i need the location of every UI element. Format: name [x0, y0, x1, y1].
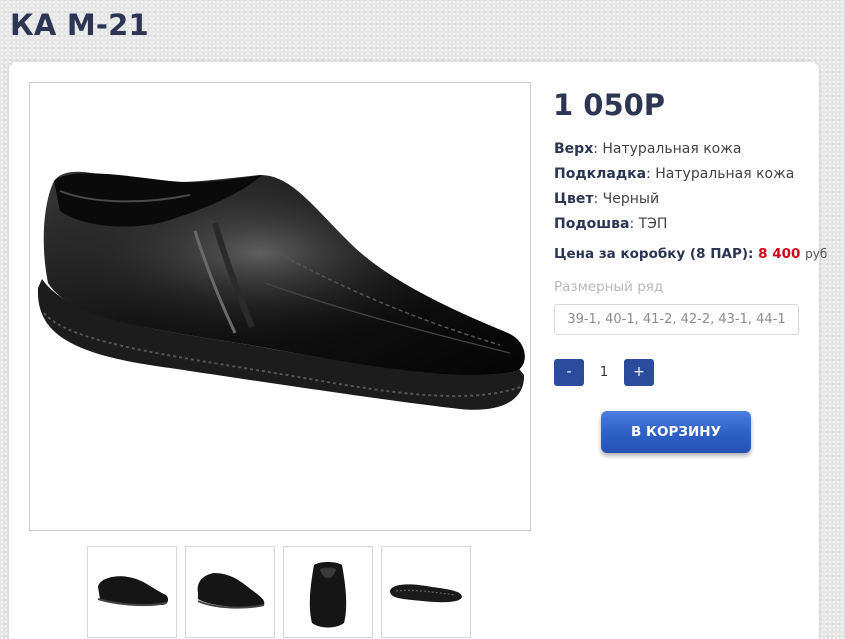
box-price-amount: 8 400: [758, 246, 801, 262]
shoe-sole-thumbnail: [390, 584, 462, 603]
product-price: 1 050Р: [553, 88, 666, 122]
thumbnail-2[interactable]: [185, 546, 275, 638]
shoe-side-thumbnail: [97, 576, 169, 607]
thumbnail-3[interactable]: [283, 546, 373, 638]
box-price-unit: руб: [805, 247, 828, 261]
spec-label: Подошва: [554, 216, 630, 232]
quantity-increase-button[interactable]: +: [624, 359, 654, 386]
spec-lining: Подкладка: Натуральная кожа: [554, 166, 794, 182]
spec-value: : ТЭП: [629, 216, 668, 232]
size-range-label: Размерный ряд: [554, 279, 664, 295]
quantity-decrease-button[interactable]: -: [554, 359, 584, 386]
page-title: КА М-21: [10, 8, 149, 42]
size-range-field[interactable]: 39-1, 40-1, 41-2, 42-2, 43-1, 44-1: [554, 304, 799, 335]
spec-value: : Черный: [593, 191, 660, 207]
spec-label: Верх: [554, 141, 594, 157]
quantity-input[interactable]: 1: [584, 359, 624, 386]
box-price: Цена за коробку (8 ПАР): 8 400 руб: [554, 246, 827, 262]
spec-upper: Верх: Натуральная кожа: [554, 141, 741, 157]
spec-label: Подкладка: [554, 166, 647, 182]
thumbnail-4[interactable]: [381, 546, 471, 638]
shoe-main-illustration: [37, 171, 525, 410]
shoe-three-quarter-thumbnail: [197, 573, 265, 609]
main-product-image[interactable]: [29, 82, 531, 531]
shoe-front-thumbnail: [309, 562, 347, 628]
spec-sole: Подошва: ТЭП: [554, 216, 667, 232]
add-to-cart-button[interactable]: В КОРЗИНУ: [601, 411, 751, 453]
box-price-label: Цена за коробку (8 ПАР):: [554, 246, 754, 262]
spec-value: : Натуральная кожа: [646, 166, 795, 182]
thumbnail-1[interactable]: [87, 546, 177, 638]
spec-label: Цвет: [554, 191, 594, 207]
spec-color: Цвет: Черный: [554, 191, 659, 207]
spec-value: : Натуральная кожа: [593, 141, 742, 157]
